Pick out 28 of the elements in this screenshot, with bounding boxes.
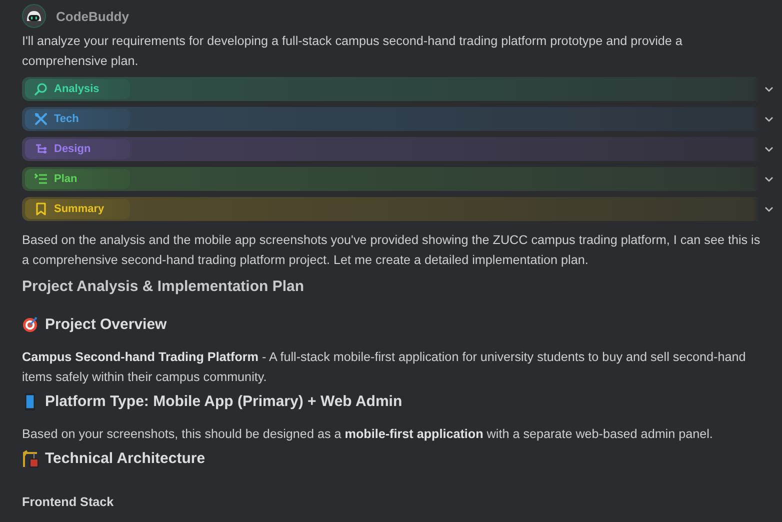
robot-avatar-icon — [22, 4, 46, 28]
chevron-icon — [764, 114, 774, 124]
assistant-name: CodeBuddy — [56, 8, 129, 24]
section-heading: Project Overview — [45, 315, 167, 335]
step-label: Tech — [54, 113, 79, 125]
chevron-icon — [764, 204, 774, 214]
step-label: Plan — [54, 173, 78, 185]
chevron-icon — [764, 174, 774, 184]
tech-icon — [34, 112, 48, 126]
crane-icon — [22, 450, 39, 468]
paragraph: Campus Second-hand Trading Platform - A full-stack mobile-first application for university students to buy and sell second-hand items safely within their campus community. — [22, 349, 747, 386]
design-icon — [34, 142, 48, 156]
target-icon — [22, 316, 39, 334]
section-heading: Technical Architecture — [45, 449, 206, 469]
plan-icon — [34, 172, 48, 186]
plan-title: Project Analysis & Implementation Plan — [22, 277, 306, 297]
section-heading: Platform Type: Mobile App (Primary) + Web Admin — [45, 392, 402, 412]
step-label: Summary — [54, 203, 104, 215]
subheading: Frontend Stack — [22, 494, 115, 511]
step-label: Design — [54, 143, 91, 155]
intro-text: I'll analyze your requirements for developing a full-stack campus second-hand trading platform prototype and provide a comprehensive plan. — [22, 33, 684, 70]
analysis-icon — [34, 82, 48, 96]
chevron-icon — [764, 84, 774, 94]
chevron-icon — [764, 144, 774, 154]
paragraph: Based on your screenshots, this should be designed as a mobile-first application with a separate web-based admin panel. — [22, 426, 714, 443]
step-label: Analysis — [54, 83, 100, 95]
summary-icon — [34, 202, 48, 216]
paragraph: Based on the analysis and the mobile app screenshots you've provided showing the ZUCC campus trading platform, I can see this is a comprehensive second-hand trading platform project. Let me create a detailed implementation plan. — [22, 232, 762, 269]
